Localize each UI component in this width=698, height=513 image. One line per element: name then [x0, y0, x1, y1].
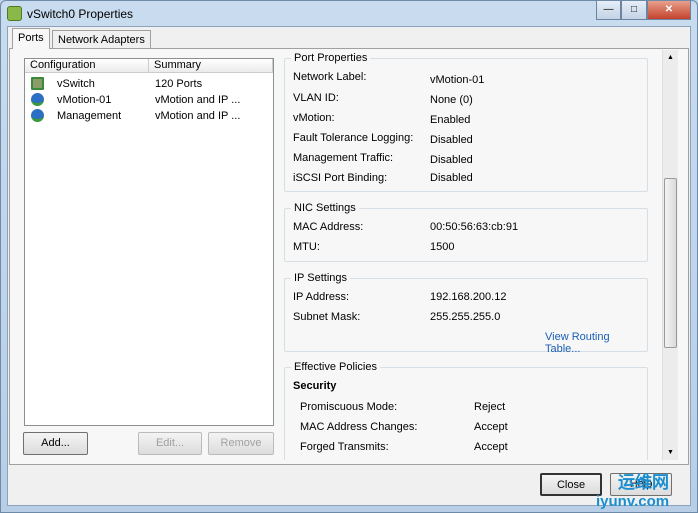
tab-network-adapters[interactable]: Network Adapters — [52, 30, 151, 49]
list-item[interactable]: vMotion-01 vMotion and IP ... — [25, 92, 273, 108]
field-label: VLAN ID: — [293, 92, 339, 104]
vswitch-icon — [31, 77, 44, 90]
field-label: Promiscuous Mode: — [300, 401, 398, 413]
field-label: Forged Transmits: — [300, 441, 389, 453]
field-value: 1500 — [430, 241, 455, 253]
watermark: 运维网 iyunv.com — [596, 468, 669, 510]
section-heading: Security — [293, 380, 337, 392]
field-value: Disabled — [430, 172, 473, 184]
remove-button[interactable]: Remove — [208, 432, 274, 455]
group-title: Effective Policies — [291, 361, 380, 373]
field-value: Disabled — [430, 154, 473, 166]
vmkernel-port-icon — [31, 93, 44, 106]
close-button[interactable]: Close — [540, 473, 602, 496]
list-item[interactable]: vSwitch 120 Ports — [25, 76, 273, 92]
field-value: 00:50:56:63:cb:91 — [430, 221, 519, 233]
field-value: Accept — [474, 421, 508, 433]
watermark-url: iyunv.com — [596, 493, 670, 510]
scroll-up-arrow-icon[interactable]: ▲ — [667, 54, 674, 61]
port-details: Port Properties Network Label: vMotion-01… — [282, 50, 661, 460]
config-name: vSwitch — [57, 78, 95, 90]
group-title: NIC Settings — [291, 202, 359, 214]
config-summary: vMotion and IP ... — [155, 94, 241, 106]
field-label: MAC Address Changes: — [300, 421, 418, 433]
edit-button[interactable]: Edit... — [138, 432, 202, 455]
scroll-down-arrow-icon[interactable]: ▼ — [667, 449, 674, 456]
field-value: Reject — [474, 401, 506, 413]
field-label: MAC Address: — [293, 221, 364, 233]
effective-policies-group: Effective Policies Security Promiscuous … — [284, 361, 648, 460]
view-routing-table-link[interactable]: View Routing Table... — [545, 331, 647, 355]
field-label: Management Traffic: — [293, 152, 394, 164]
field-value: Accept — [474, 441, 508, 453]
field-value: None (0) — [430, 94, 473, 106]
field-value: 255.255.255.0 — [430, 311, 501, 323]
window-title: vSwitch0 Properties — [27, 7, 134, 21]
close-window-button[interactable]: ✕ — [647, 1, 691, 20]
field-value: Enabled — [430, 114, 471, 126]
column-configuration[interactable]: Configuration — [25, 59, 149, 73]
field-value: 192.168.200.12 — [430, 291, 507, 303]
config-summary: 120 Ports — [155, 78, 203, 90]
tab-ports[interactable]: Ports — [12, 28, 50, 49]
config-name: Management — [57, 110, 122, 122]
scrollbar-thumb[interactable] — [664, 178, 677, 348]
vmkernel-port-icon — [31, 109, 44, 122]
field-label: Fault Tolerance Logging: — [293, 132, 414, 144]
list-item[interactable]: Management vMotion and IP ... — [25, 108, 273, 124]
vswitch-app-icon — [7, 6, 22, 21]
maximize-button[interactable]: □ — [621, 1, 647, 20]
add-button[interactable]: Add... — [23, 432, 88, 455]
port-properties-group: Port Properties Network Label: vMotion-01… — [284, 52, 648, 192]
group-title: IP Settings — [291, 272, 350, 284]
nic-settings-group: NIC Settings MAC Address: 00:50:56:63:cb:… — [284, 202, 648, 262]
field-label: MTU: — [293, 241, 320, 253]
field-label: iSCSI Port Binding: — [293, 172, 388, 184]
minimize-button[interactable]: — — [596, 1, 621, 20]
field-label: IP Address: — [293, 291, 350, 303]
column-summary[interactable]: Summary — [149, 59, 273, 73]
ip-settings-group: IP Settings IP Address: 192.168.200.12 Su… — [284, 272, 648, 355]
port-list[interactable]: Configuration Summary vSwitch 120 Ports … — [24, 58, 274, 426]
field-label: vMotion: — [293, 112, 335, 124]
watermark-text: 运维网 — [618, 473, 669, 492]
details-scrollbar[interactable]: ▲ ▼ — [662, 50, 678, 460]
config-summary: vMotion and IP ... — [155, 110, 241, 122]
field-value: Disabled — [430, 134, 473, 146]
group-title: Port Properties — [291, 52, 371, 64]
field-label: Network Label: — [293, 71, 367, 83]
field-label: Subnet Mask: — [293, 311, 361, 323]
config-name: vMotion-01 — [57, 94, 112, 106]
field-value: vMotion-01 — [430, 74, 485, 86]
